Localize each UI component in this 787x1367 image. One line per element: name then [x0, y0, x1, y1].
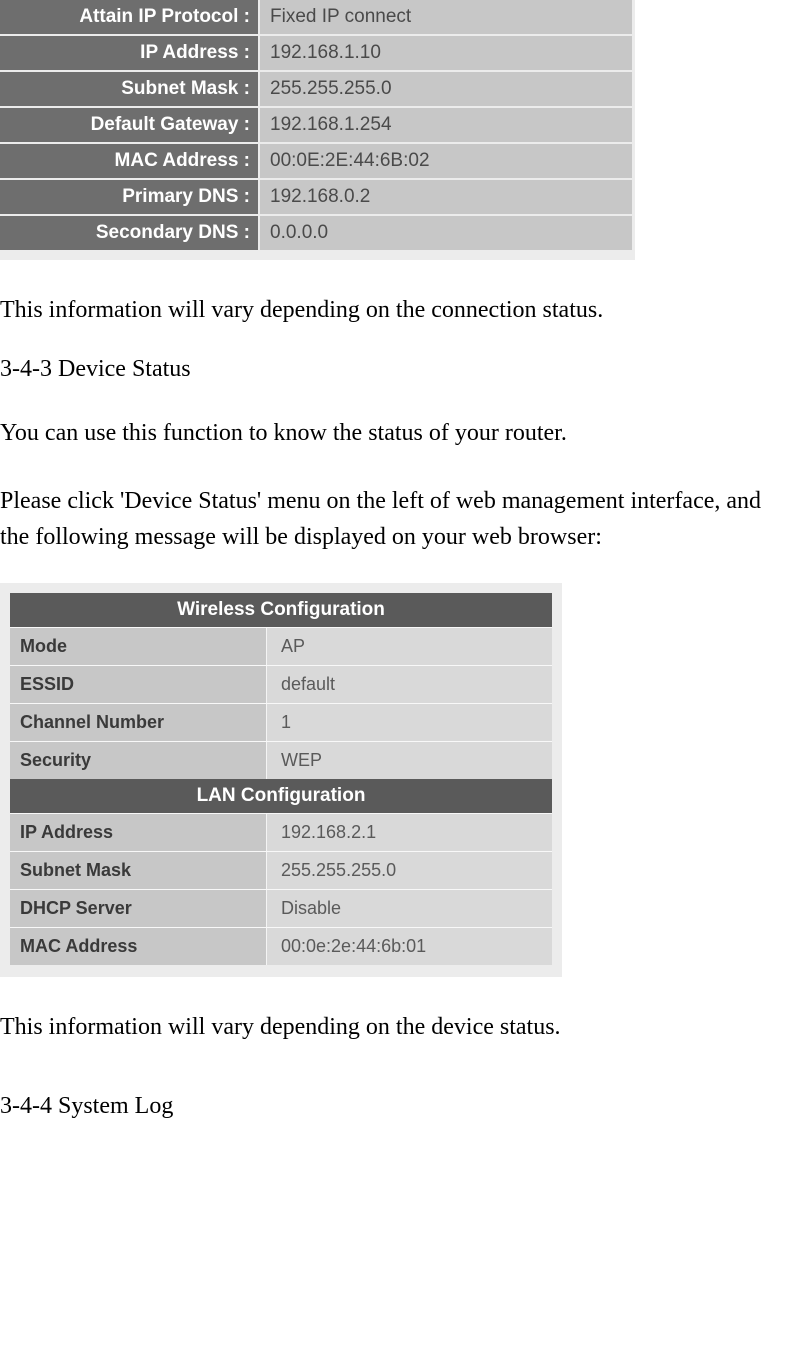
- table-row: Default Gateway : 192.168.1.254: [0, 108, 635, 142]
- row-value: 1: [266, 704, 552, 741]
- row-value: default: [266, 666, 552, 703]
- row-label: Default Gateway :: [0, 108, 258, 142]
- paragraph: Please click 'Device Status' menu on the…: [0, 483, 787, 555]
- table-row: Subnet Mask : 255.255.255.0: [0, 72, 635, 106]
- table-row: Channel Number 1: [10, 703, 552, 741]
- row-label: Attain IP Protocol :: [0, 0, 258, 34]
- table-row: Attain IP Protocol : Fixed IP connect: [0, 0, 635, 34]
- table-row: Primary DNS : 192.168.0.2: [0, 180, 635, 214]
- table-row: Secondary DNS : 0.0.0.0: [0, 216, 635, 250]
- row-label: DHCP Server: [10, 890, 266, 927]
- row-value: WEP: [266, 742, 552, 779]
- row-label: Subnet Mask: [10, 852, 266, 889]
- row-label: Primary DNS :: [0, 180, 258, 214]
- row-value: 192.168.1.254: [260, 108, 632, 142]
- wireless-config-header: Wireless Configuration: [10, 593, 552, 627]
- paragraph: You can use this function to know the st…: [0, 415, 787, 451]
- section-heading: 3-4-3 Device Status: [0, 356, 787, 383]
- row-value: Disable: [266, 890, 552, 927]
- table-row: Mode AP: [10, 627, 552, 665]
- table-row: MAC Address : 00:0E:2E:44:6B:02: [0, 144, 635, 178]
- paragraph: This information will vary depending on …: [0, 292, 787, 328]
- row-label: MAC Address: [10, 928, 266, 965]
- device-status-table: Wireless Configuration Mode AP ESSID def…: [0, 583, 562, 977]
- table-row: Security WEP: [10, 741, 552, 779]
- row-label: Security: [10, 742, 266, 779]
- row-value: 255.255.255.0: [266, 852, 552, 889]
- row-value: 192.168.0.2: [260, 180, 632, 214]
- section-heading: 3-4-4 System Log: [0, 1093, 787, 1120]
- row-label: Mode: [10, 628, 266, 665]
- network-status-table: Attain IP Protocol : Fixed IP connect IP…: [0, 0, 635, 260]
- table-row: DHCP Server Disable: [10, 889, 552, 927]
- lan-config-header: LAN Configuration: [10, 779, 552, 813]
- row-value: 00:0e:2e:44:6b:01: [266, 928, 552, 965]
- row-value: 192.168.2.1: [266, 814, 552, 851]
- table-row: Subnet Mask 255.255.255.0: [10, 851, 552, 889]
- row-label: IP Address :: [0, 36, 258, 70]
- row-value: 255.255.255.0: [260, 72, 632, 106]
- row-label: MAC Address :: [0, 144, 258, 178]
- paragraph: This information will vary depending on …: [0, 1009, 787, 1045]
- row-label: Channel Number: [10, 704, 266, 741]
- table-row: IP Address : 192.168.1.10: [0, 36, 635, 70]
- row-label: Subnet Mask :: [0, 72, 258, 106]
- table-row: ESSID default: [10, 665, 552, 703]
- table-row: MAC Address 00:0e:2e:44:6b:01: [10, 927, 552, 965]
- row-value: 00:0E:2E:44:6B:02: [260, 144, 632, 178]
- row-label: IP Address: [10, 814, 266, 851]
- row-value: Fixed IP connect: [260, 0, 632, 34]
- row-label: ESSID: [10, 666, 266, 703]
- row-value: 0.0.0.0: [260, 216, 632, 250]
- row-value: AP: [266, 628, 552, 665]
- row-value: 192.168.1.10: [260, 36, 632, 70]
- table-row: IP Address 192.168.2.1: [10, 813, 552, 851]
- row-label: Secondary DNS :: [0, 216, 258, 250]
